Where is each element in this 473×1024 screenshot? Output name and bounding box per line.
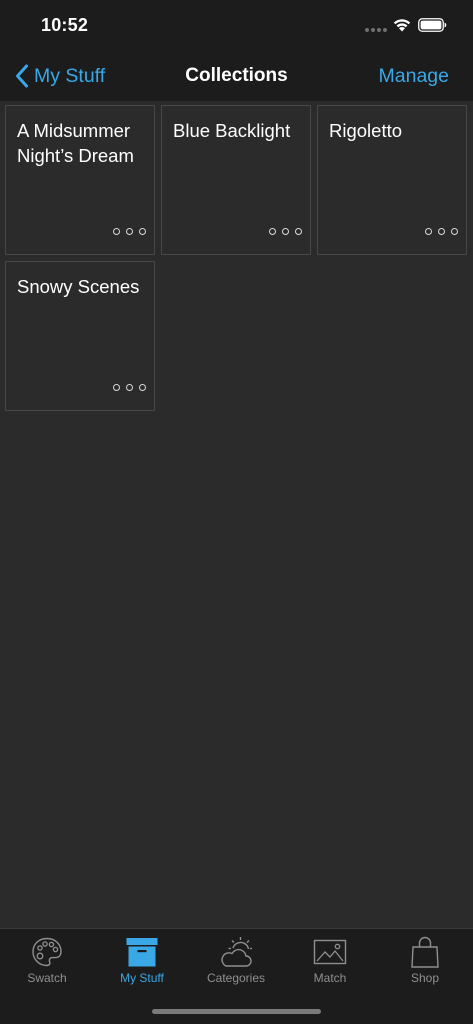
collection-card[interactable]: Blue Backlight	[161, 105, 311, 255]
more-options-icon[interactable]	[425, 228, 458, 235]
top-chrome: 10:52 My Stuff Collections Manage	[0, 0, 473, 101]
more-options-icon[interactable]	[113, 228, 146, 235]
collection-title: A Midsummer Night’s Dream	[17, 120, 134, 166]
battery-icon	[418, 18, 447, 32]
tab-label: My Stuff	[120, 971, 164, 985]
cellular-signal-icon	[365, 28, 387, 32]
weather-icon	[221, 937, 252, 967]
collections-screen: 10:52 My Stuff Collections Manage A Mids…	[0, 0, 473, 1024]
navigation-bar: My Stuff Collections Manage	[0, 52, 473, 100]
tab-label: Swatch	[27, 971, 67, 985]
collection-card[interactable]: Rigoletto	[317, 105, 467, 255]
tab-swatch[interactable]: Swatch	[0, 929, 94, 995]
status-bar: 10:52	[0, 0, 473, 52]
tab-label: Shop	[410, 971, 440, 985]
more-options-icon[interactable]	[113, 384, 146, 391]
more-options-icon[interactable]	[269, 228, 302, 235]
tab-my-stuff[interactable]: My Stuff	[95, 929, 189, 995]
tab-categories[interactable]: Categories	[189, 929, 283, 995]
wifi-icon	[393, 19, 411, 32]
palette-icon	[32, 937, 62, 967]
manage-button[interactable]: Manage	[379, 65, 449, 88]
collection-card[interactable]: Snowy Scenes	[5, 261, 155, 411]
shopping-bag-icon	[411, 936, 439, 968]
collection-title: Blue Backlight	[173, 120, 291, 141]
status-time: 10:52	[41, 15, 89, 35]
tab-label: Categories	[206, 971, 266, 985]
home-indicator	[152, 1009, 321, 1014]
collection-title: Snowy Scenes	[17, 276, 140, 297]
tab-label: Match	[313, 971, 347, 985]
collection-title: Rigoletto	[329, 120, 403, 141]
tab-match[interactable]: Match	[283, 929, 377, 995]
image-icon	[313, 939, 347, 965]
tab-shop[interactable]: Shop	[378, 929, 472, 995]
collection-card[interactable]: A Midsummer Night’s Dream	[5, 105, 155, 255]
archive-box-icon	[126, 938, 158, 967]
